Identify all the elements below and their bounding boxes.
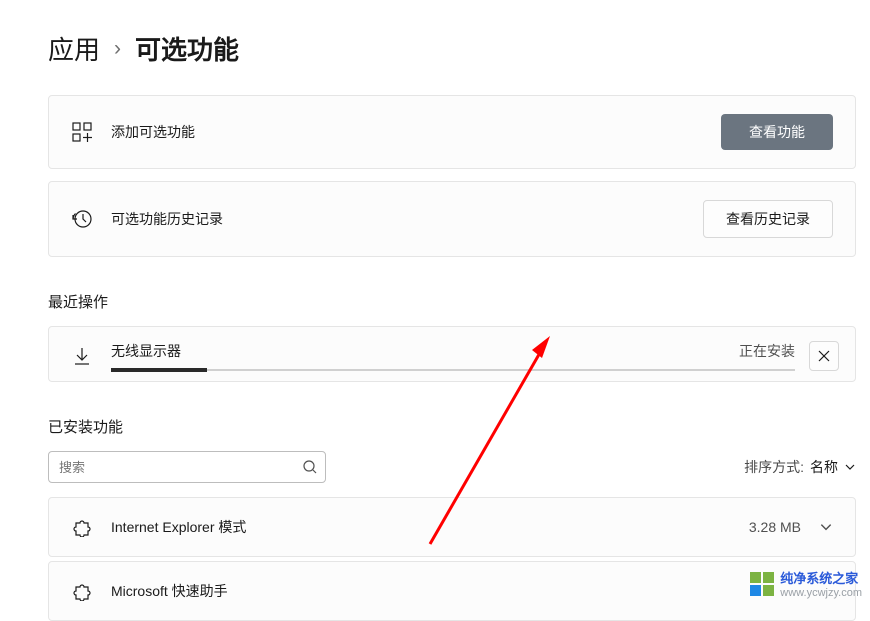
download-icon [71,345,93,367]
add-grid-icon [71,121,93,143]
add-feature-label: 添加可选功能 [111,122,721,142]
puzzle-icon [71,516,93,538]
history-label: 可选功能历史记录 [111,209,703,229]
breadcrumb: 应用 › 可选功能 [48,30,856,67]
recent-actions-title: 最近操作 [48,291,856,312]
puzzle-icon [71,580,93,602]
breadcrumb-current: 可选功能 [135,30,239,67]
watermark-title: 纯净系统之家 [780,568,862,587]
install-item-row: 无线显示器 正在安装 [48,326,856,382]
feature-name: Microsoft 快速助手 [111,581,815,601]
feature-name: Internet Explorer 模式 [111,517,749,537]
watermark-url: www.ycwjzy.com [780,587,862,599]
sort-value[interactable]: 名称 [810,457,856,477]
sort-dropdown[interactable]: 排序方式: 名称 [744,457,856,477]
search-input-wrapper[interactable] [48,451,326,483]
add-feature-card: 添加可选功能 查看功能 [48,95,856,169]
watermark: 纯净系统之家 www.ycwjzy.com [750,568,862,599]
watermark-logo-icon [750,572,774,596]
search-input[interactable] [59,460,303,475]
search-button[interactable] [303,460,317,474]
chevron-down-icon [844,461,856,473]
view-history-button[interactable]: 查看历史记录 [703,200,833,238]
breadcrumb-parent[interactable]: 应用 [48,30,100,67]
progress-bar [111,369,795,371]
view-features-button[interactable]: 查看功能 [721,114,833,150]
feature-row[interactable]: Internet Explorer 模式 3.28 MB [48,497,856,557]
close-icon [818,350,830,362]
sort-label: 排序方式: [744,457,804,477]
history-icon [71,208,93,230]
history-card: 可选功能历史记录 查看历史记录 [48,181,856,257]
cancel-install-button[interactable] [809,341,839,371]
feature-row[interactable]: Microsoft 快速助手 [48,561,856,621]
feature-size: 3.28 MB [749,519,801,535]
search-icon [303,460,317,474]
install-item-status: 正在安装 [739,341,795,361]
chevron-down-icon [819,520,833,534]
install-item-name: 无线显示器 [111,341,181,361]
installed-features-title: 已安装功能 [48,416,856,437]
chevron-right-icon: › [114,37,121,61]
